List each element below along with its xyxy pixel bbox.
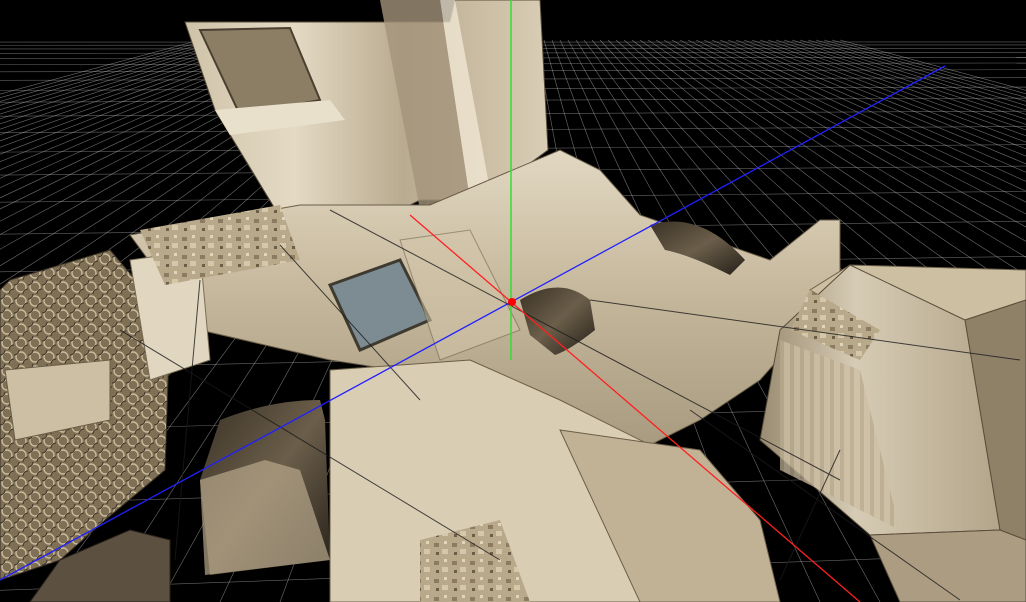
3d-scene[interactable] [0, 0, 1026, 602]
origin-marker[interactable] [508, 298, 516, 306]
3d-viewport[interactable] [0, 0, 1026, 602]
